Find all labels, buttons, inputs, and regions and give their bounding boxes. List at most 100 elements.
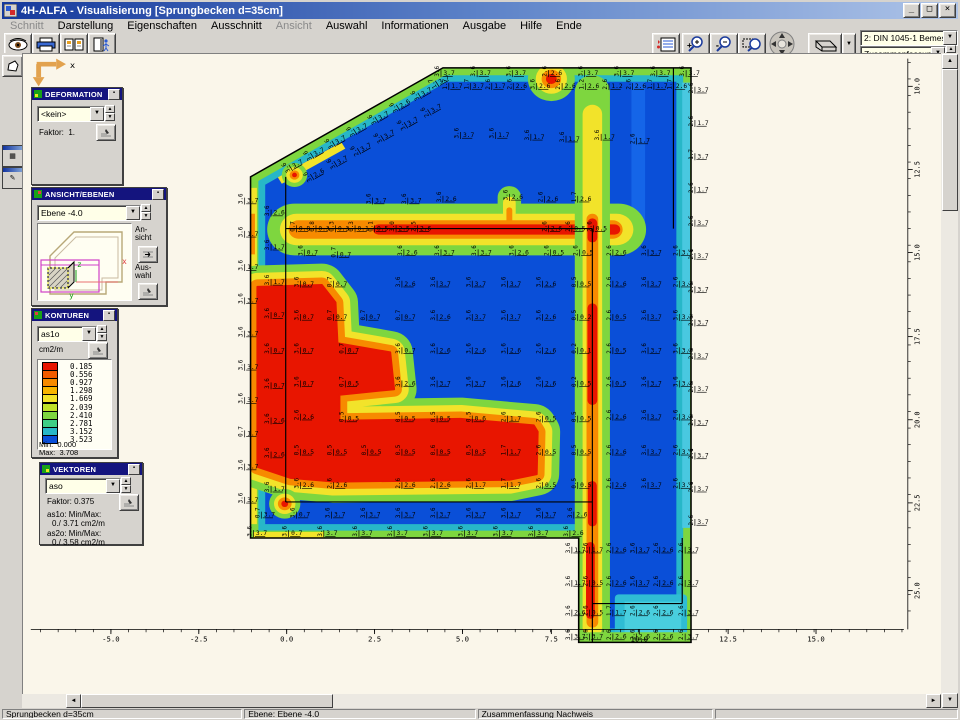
vertical-scroll-thumb[interactable] bbox=[942, 69, 958, 211]
scroll-right-icon[interactable]: ► bbox=[926, 694, 941, 708]
menu-item-hilfe[interactable]: Hilfe bbox=[514, 20, 548, 32]
svg-text:0.5: 0.5 bbox=[571, 309, 578, 320]
vertical-scrollbar[interactable]: ▲ ▼ bbox=[941, 53, 958, 708]
panel-collapse-icon[interactable]: ▪ bbox=[128, 464, 140, 475]
ebene-spinner[interactable]: ▲▼ bbox=[141, 204, 151, 220]
svg-text:3.6: 3.6 bbox=[434, 66, 441, 77]
svg-text:1.7: 1.7 bbox=[498, 132, 510, 139]
svg-text:0.5: 0.5 bbox=[293, 444, 300, 455]
horizontal-scrollbar[interactable]: ◄ ► bbox=[22, 694, 941, 708]
auswahl-button[interactable] bbox=[138, 283, 158, 300]
maximize-button[interactable]: □ bbox=[921, 3, 938, 18]
svg-text:3.7: 3.7 bbox=[510, 281, 522, 288]
horizontal-scroll-thumb[interactable] bbox=[81, 694, 333, 708]
svg-text:1.7: 1.7 bbox=[274, 279, 286, 286]
status-field-2: Ebene: Ebene -4.0 bbox=[244, 709, 475, 719]
konturen-spinner[interactable]: ▲▼ bbox=[97, 325, 107, 341]
report-book-button[interactable] bbox=[60, 33, 88, 55]
svg-text:2.6: 2.6 bbox=[678, 629, 685, 640]
zoom-in-button[interactable]: + bbox=[682, 33, 710, 55]
vektoren-spinner[interactable]: ▲▼ bbox=[121, 477, 131, 493]
svg-text:0.7: 0.7 bbox=[274, 347, 286, 354]
svg-text:0.7: 0.7 bbox=[238, 426, 245, 437]
cube-glyph bbox=[48, 262, 74, 288]
svg-text:3.7: 3.7 bbox=[480, 70, 492, 77]
svg-text:2.6: 2.6 bbox=[688, 282, 695, 293]
deformation-combo[interactable]: <kein> ▼ bbox=[37, 106, 105, 122]
menu-item-darstellung[interactable]: Darstellung bbox=[52, 20, 120, 32]
konturen-combo[interactable]: as1o ▼ bbox=[37, 326, 97, 342]
svg-text:3.6: 3.6 bbox=[530, 79, 537, 90]
menu-item-ende[interactable]: Ende bbox=[550, 20, 588, 32]
zoom-window-icon bbox=[742, 36, 762, 52]
svg-text:2.6: 2.6 bbox=[662, 580, 674, 587]
svg-text:3.6: 3.6 bbox=[465, 276, 472, 287]
deformation-spinner[interactable]: ▲▼ bbox=[105, 105, 115, 121]
svg-text:2.6: 2.6 bbox=[653, 605, 660, 616]
svg-text:3.7: 3.7 bbox=[502, 530, 514, 537]
zoom-window-button[interactable] bbox=[738, 33, 766, 55]
drawing-canvas[interactable]: x bbox=[22, 53, 941, 694]
menu-item-eigenschaften[interactable]: Eigenschaften bbox=[121, 20, 203, 32]
svg-text:0.5: 0.5 bbox=[361, 444, 368, 455]
panel-collapse-icon[interactable]: ▪ bbox=[103, 310, 115, 321]
menu-item-ausgabe[interactable]: Ausgabe bbox=[457, 20, 512, 32]
clip-polygon-button[interactable] bbox=[2, 55, 23, 77]
svg-text:3.7: 3.7 bbox=[510, 314, 522, 321]
panel-collapse-icon[interactable]: ▪ bbox=[152, 189, 164, 200]
konturen-panel-titlebar[interactable]: KONTUREN ▪ bbox=[32, 309, 117, 321]
svg-text:2.6: 2.6 bbox=[535, 478, 542, 489]
minimized-panel-schnitt[interactable]: ▦ bbox=[2, 145, 23, 167]
deformation-combo-arrow-icon[interactable]: ▼ bbox=[90, 107, 104, 121]
deformation-panel-titlebar[interactable]: DEFORMATION ▪ bbox=[32, 88, 122, 100]
vektoren-panel-titlebar[interactable]: VEKTOREN ▪ bbox=[40, 463, 142, 475]
menu-item-ausschnitt[interactable]: Ausschnitt bbox=[205, 20, 268, 32]
svg-text:0.5: 0.5 bbox=[580, 281, 592, 288]
exit-button[interactable] bbox=[88, 33, 116, 55]
print-button[interactable] bbox=[32, 33, 60, 55]
panel-collapse-icon[interactable]: ▪ bbox=[108, 89, 120, 100]
eye-icon bbox=[8, 37, 28, 51]
menu-bar: SchnittDarstellungEigenschaftenAusschnit… bbox=[2, 19, 960, 33]
konturen-edit-button[interactable] bbox=[88, 342, 108, 359]
menu-item-informationen[interactable]: Informationen bbox=[375, 20, 454, 32]
konturen-combo-arrow-icon[interactable]: ▼ bbox=[82, 327, 96, 341]
svg-text:3.6: 3.6 bbox=[594, 129, 601, 140]
plan-preview[interactable]: z y x bbox=[37, 223, 132, 301]
perspective-button[interactable] bbox=[808, 33, 842, 55]
vektoren-combo[interactable]: aso ▼ bbox=[45, 478, 121, 494]
vektoren-combo-arrow-icon[interactable]: ▼ bbox=[106, 479, 120, 493]
display-options-button[interactable] bbox=[652, 33, 680, 55]
view-eye-button[interactable] bbox=[4, 33, 32, 55]
ebene-combo[interactable]: Ebene -4.0 ▼ bbox=[37, 205, 141, 221]
ansicht-apply-button[interactable] bbox=[138, 246, 158, 263]
svg-text:2.6: 2.6 bbox=[688, 415, 695, 426]
ebene-combo-arrow-icon[interactable]: ▼ bbox=[126, 206, 140, 220]
svg-text:2.6: 2.6 bbox=[485, 79, 492, 90]
svg-text:3.6: 3.6 bbox=[535, 309, 542, 320]
svg-text:2.6: 2.6 bbox=[512, 194, 524, 201]
menu-item-auswahl[interactable]: Auswahl bbox=[320, 20, 374, 32]
svg-text:3.6: 3.6 bbox=[395, 343, 402, 354]
scroll-up-icon[interactable]: ▲ bbox=[942, 54, 958, 69]
minimize-button[interactable]: _ bbox=[903, 3, 920, 18]
status-bar: Sprungbecken d=35cmEbene: Ebene -4.0Zusa… bbox=[0, 708, 960, 720]
svg-text:2.6: 2.6 bbox=[580, 196, 592, 203]
zoom-out-button[interactable]: - bbox=[710, 33, 738, 55]
deformation-edit-button[interactable] bbox=[96, 124, 116, 141]
scroll-down-icon[interactable]: ▼ bbox=[942, 693, 958, 708]
svg-text:3.6: 3.6 bbox=[297, 245, 304, 256]
perspective-dropdown-button[interactable]: ▼ bbox=[842, 33, 856, 55]
design-combo[interactable]: 2: DIN 1045-1 Bemessung ▼ bbox=[860, 30, 958, 46]
svg-text:2.6: 2.6 bbox=[606, 376, 613, 387]
svg-text:1.7: 1.7 bbox=[639, 138, 651, 145]
minimized-panel-werkzeug[interactable]: ✎ bbox=[2, 167, 23, 189]
title-bar[interactable]: 4H-ALFA - Visualisierung [Sprungbecken d… bbox=[2, 2, 958, 19]
close-button[interactable]: × bbox=[939, 3, 956, 18]
svg-text:0.2: 0.2 bbox=[580, 314, 592, 321]
svg-text:2.6: 2.6 bbox=[535, 376, 542, 387]
scroll-left-icon[interactable]: ◄ bbox=[66, 694, 81, 708]
ansicht-panel-titlebar[interactable]: ANSICHT/EBENEN ▪ bbox=[32, 188, 166, 200]
vektoren-edit-button[interactable] bbox=[119, 494, 139, 511]
design-combo-arrow-icon[interactable]: ▼ bbox=[943, 31, 957, 45]
